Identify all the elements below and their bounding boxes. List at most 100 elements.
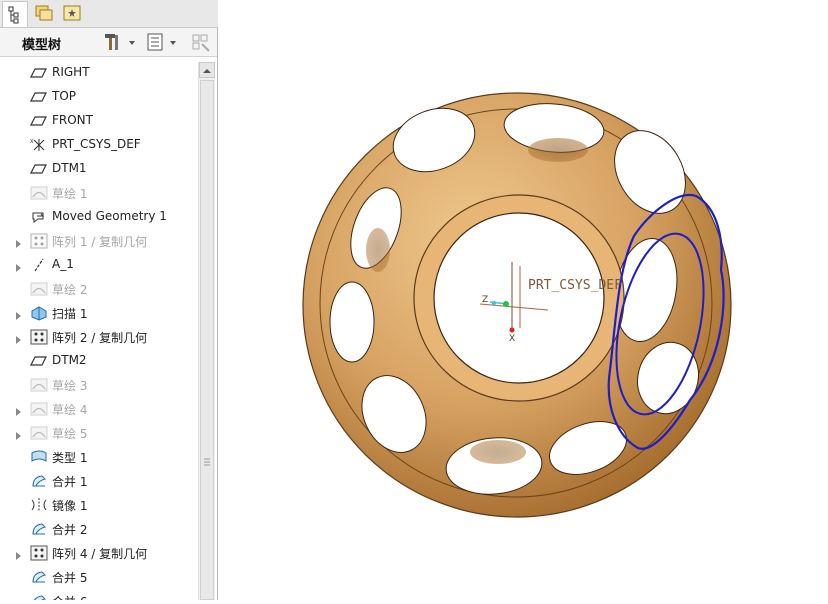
lattice-ball-model[interactable]: Z X	[302, 92, 732, 518]
tree-item-label: 草绘 3	[52, 379, 88, 393]
svg-text:X: X	[30, 139, 34, 145]
model-tree-toolbar: 模型树	[0, 28, 217, 57]
scroll-up-button[interactable]	[199, 62, 215, 78]
list-settings-icon	[147, 33, 176, 51]
model-tree-title: 模型树	[22, 38, 62, 53]
datum-plane-icon	[30, 113, 48, 129]
folder-browser-icon	[35, 5, 53, 21]
tree-item-label: 类型 1	[52, 451, 88, 465]
tree-settings-dropdown[interactable]	[102, 32, 138, 52]
datum-plane-icon	[30, 353, 48, 369]
axis-icon	[30, 257, 48, 273]
tree-item-label: 合并 1	[52, 475, 88, 489]
tree-item[interactable]: 合并 5	[0, 565, 198, 589]
pattern-icon	[30, 329, 48, 345]
tree-item-label: 合并 6	[52, 593, 87, 600]
sketch-icon	[30, 401, 48, 417]
tree-item[interactable]: 类型 1	[0, 445, 198, 469]
tree-item[interactable]: 草绘 5	[0, 421, 198, 445]
surface-icon	[30, 449, 48, 465]
scrollbar-thumb[interactable]	[200, 80, 214, 600]
tree-item[interactable]: FRONT	[0, 109, 198, 133]
tree-item[interactable]: 合并 1	[0, 469, 198, 493]
tree-item[interactable]: 草绘 1	[0, 181, 198, 205]
axis-x-label: X	[509, 334, 515, 344]
merge-icon	[30, 593, 48, 600]
tree-item[interactable]: 草绘 2	[0, 277, 198, 301]
graphics-viewport[interactable]: Z X PRT_CSYS_DEF	[218, 0, 828, 600]
datum-plane-icon	[30, 161, 48, 177]
tree-item[interactable]: A_1	[0, 253, 198, 277]
tab-favorites[interactable]	[60, 1, 86, 27]
expand-arrow-icon[interactable]	[15, 259, 23, 272]
model-tree-scrollbar[interactable]	[198, 62, 215, 600]
tree-item-label: RIGHT	[52, 65, 90, 79]
tree-item-label: 扫描 1	[52, 307, 88, 321]
tree-item-label: PRT_CSYS_DEF	[52, 137, 141, 151]
tab-model-tree[interactable]	[2, 1, 28, 27]
tree-item[interactable]: 草绘 3	[0, 373, 198, 397]
navigator-tab-strip	[0, 0, 218, 28]
tree-item-label: 镜像 1	[52, 499, 88, 513]
favorites-icon	[63, 5, 81, 21]
expand-arrow-icon[interactable]	[15, 403, 23, 416]
tree-item-label: FRONT	[52, 113, 93, 127]
expand-arrow-icon[interactable]	[15, 427, 23, 440]
tree-item-label: 阵列 2 / 复制几何	[52, 331, 148, 345]
datum-plane-icon	[30, 65, 48, 81]
tree-item[interactable]: 镜像 1	[0, 493, 198, 517]
tree-item-label: Moved Geometry 1	[52, 209, 167, 223]
expand-arrow-icon[interactable]	[15, 331, 23, 344]
tree-item[interactable]: 扫描 1	[0, 301, 198, 325]
tree-item[interactable]: RIGHT	[0, 61, 198, 85]
sketch-icon	[30, 281, 48, 297]
expand-arrow-icon[interactable]	[15, 547, 23, 560]
merge-icon	[30, 569, 48, 585]
tree-item-label: 阵列 4 / 复制几何	[52, 547, 148, 561]
tree-item[interactable]: Moved Geometry 1	[0, 205, 198, 229]
tree-item-label: 合并 2	[52, 523, 88, 537]
hammer-icon	[105, 34, 135, 50]
tree-item-label: 合并 5	[52, 571, 88, 585]
model-3d-view[interactable]: Z X	[218, 0, 828, 600]
tree-item[interactable]: 合并 2	[0, 517, 198, 541]
tree-item[interactable]: 阵列 1 / 复制几何	[0, 229, 198, 253]
tree-item-label: 草绘 1	[52, 187, 88, 201]
sketch-icon	[30, 377, 48, 393]
pattern-icon	[30, 545, 48, 561]
datum-plane-icon	[30, 89, 48, 105]
tree-item-label: 草绘 2	[52, 283, 88, 297]
tree-item[interactable]: 阵列 4 / 复制几何	[0, 541, 198, 565]
tree-item[interactable]: X PRT_CSYS_DEF	[0, 133, 198, 157]
tree-item[interactable]: TOP	[0, 85, 198, 109]
sketch-icon	[30, 185, 48, 201]
model-tree-tab-icon	[8, 6, 19, 24]
csys-label: PRT_CSYS_DEF	[528, 278, 622, 293]
move-geometry-icon	[30, 209, 48, 225]
tree-item-label: A_1	[52, 257, 74, 271]
tab-folder-browser[interactable]	[32, 1, 58, 27]
model-tree: RIGHT TOP FRONT X PRT_CSYS_DEF DTM1 草绘 1 Moved …	[0, 61, 198, 600]
tree-item-label: DTM1	[52, 161, 87, 175]
chevron-up-icon	[203, 69, 211, 73]
merge-icon	[30, 473, 48, 489]
mirror-icon	[30, 497, 48, 513]
model-tree-panel: 模型树 RIGHT TOP FRONT X PRT_CSYS_DEF DTM1 …	[0, 0, 218, 600]
tree-item[interactable]: 草绘 4	[0, 397, 198, 421]
sweep-icon	[30, 305, 48, 321]
tree-columns-button[interactable]	[190, 32, 212, 52]
columns-disabled-icon	[192, 34, 210, 52]
pattern-icon	[30, 233, 48, 249]
tree-item-label: TOP	[52, 89, 77, 103]
tree-item[interactable]: DTM1	[0, 157, 198, 181]
expand-arrow-icon[interactable]	[15, 235, 23, 248]
tree-item-label: DTM2	[52, 353, 87, 367]
tree-item[interactable]: 合并 6	[0, 589, 198, 600]
tree-filter-dropdown[interactable]	[146, 32, 182, 52]
expand-arrow-icon[interactable]	[15, 595, 23, 600]
expand-arrow-icon[interactable]	[15, 307, 23, 320]
coordinate-system-icon: X	[30, 137, 48, 153]
tree-item[interactable]: 阵列 2 / 复制几何	[0, 325, 198, 349]
tree-item[interactable]: DTM2	[0, 349, 198, 373]
tree-item-label: 草绘 5	[52, 427, 88, 441]
